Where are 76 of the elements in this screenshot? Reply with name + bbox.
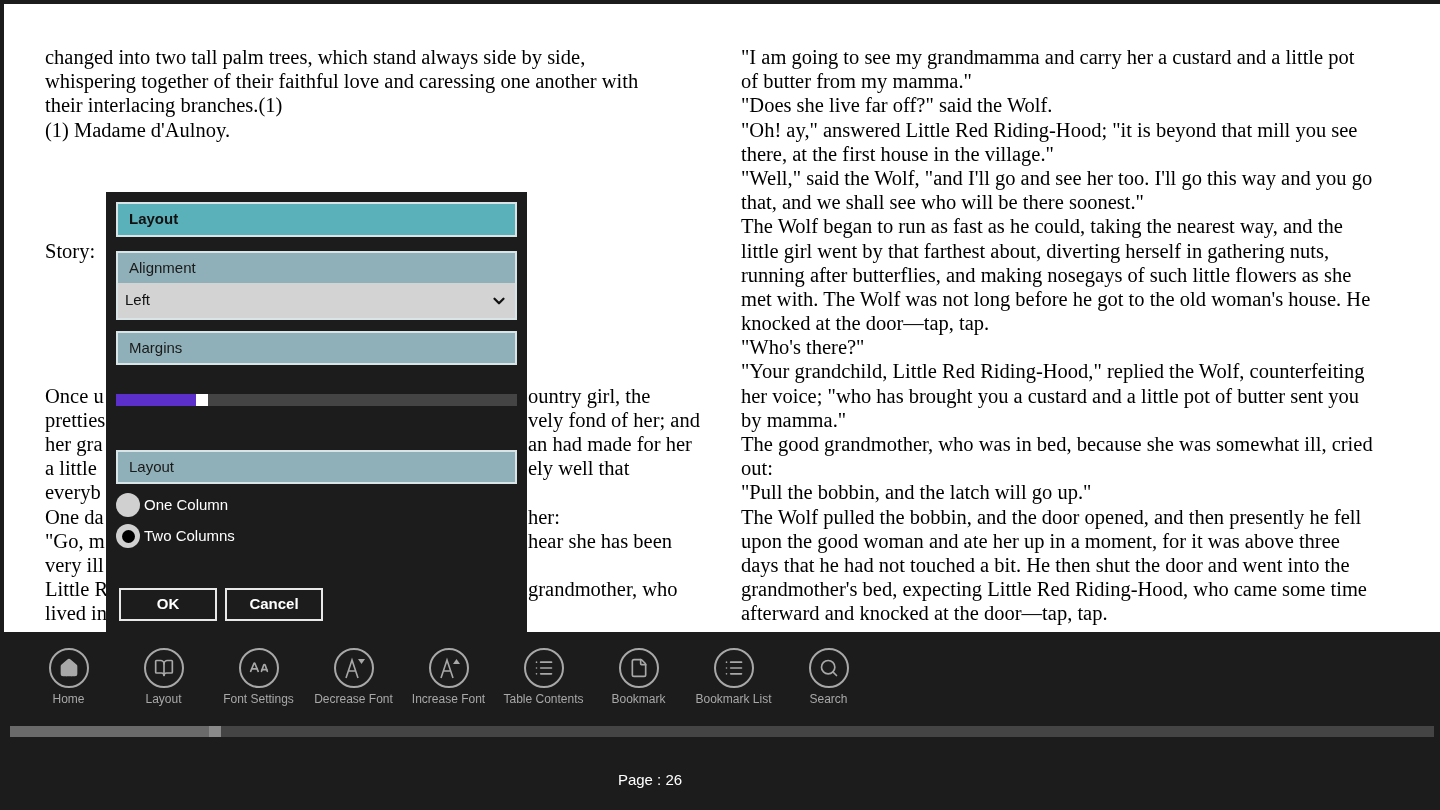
book-text-line: pretties [45, 407, 106, 432]
book-text-line: "Oh! ay," answered Little Red Riding-Hood; "it is beyond that mill you see [741, 117, 1359, 142]
book-text-line: knocked at the door—tap, tap. [741, 311, 991, 336]
book-text-line: vely fond of her; and [528, 408, 700, 432]
book-text-line: The Wolf began to run as fast as he could, taking the nearest way, and the [741, 214, 1344, 239]
alignment-dropdown[interactable]: Left [118, 283, 515, 318]
book-text-line: out: [741, 456, 774, 481]
book-text-line: changed into two tall palm trees, which stand always side by side, [45, 45, 587, 70]
book-text-line: afterward and knocked at the door—tap, tap. [741, 601, 1109, 626]
book-text-line: The Wolf pulled the bobbin, and the door opened, and then presently he fell [741, 504, 1363, 529]
book-text-line: an had made for her [528, 432, 692, 457]
list-icon [533, 658, 554, 678]
book-text-line: "Your grandchild, Little Red Riding-Hood," replied the Wolf, counterfeiting [741, 359, 1366, 384]
book-text-line: One da [45, 504, 104, 529]
book-text-line: ountry girl, the [528, 383, 651, 408]
book-text-line: ely well that [528, 456, 630, 481]
dialog-button[interactable]: OK [119, 588, 217, 621]
app-bar-button[interactable]: Bookmark [591, 648, 686, 707]
app-bar-button[interactable]: Bookmark List [686, 648, 781, 707]
book-text-line: running after butterflies, and making nosegays of such little flowers as she [741, 263, 1353, 287]
book-text-line: their interlacing branches.(1) [45, 93, 284, 118]
list-icon [723, 658, 744, 678]
app-bar-button[interactable]: Table Contents [496, 648, 591, 707]
book-text-line: lived in [45, 601, 108, 626]
book-text-line: everyb [45, 480, 101, 505]
book-text-line: "Who's there?" [741, 335, 866, 360]
section-header: Alignment [118, 251, 515, 283]
book-text-line: upon the good woman and ate her up in a moment, for it was above three [741, 529, 1341, 553]
book-text-line: "Go, m [45, 528, 105, 553]
radio-label: Two Columns [144, 525, 235, 546]
book-text-line: of butter from my mamma." [741, 69, 973, 94]
book-text-line: whispering together of their faithful love and caressing one another with [45, 69, 640, 94]
book-text-line: "Well," said the Wolf, "and I'll go and see her too. I'll go this way and you go [741, 166, 1373, 191]
app-bar-button[interactable]: Increase Font [401, 648, 496, 707]
book-text-line: there, at the first house in the village." [741, 142, 1055, 166]
book-text-line: by mamma." [741, 407, 848, 432]
radio-button[interactable] [116, 493, 140, 517]
book-text-line: her voice; "who has brought you a custard and a little pot of butter sent you [741, 383, 1361, 408]
book-text-line: a little [45, 456, 97, 481]
margin-slider-track[interactable] [116, 394, 517, 406]
book-text-line: hear she has been [528, 528, 672, 553]
dialog-title: Layout [116, 202, 517, 237]
app-bar-button[interactable]: Font Settings [211, 648, 306, 707]
page-slider-track[interactable] [10, 726, 1434, 737]
book-text-line: very ill [45, 552, 104, 578]
search-icon [818, 658, 839, 678]
app-bar-button[interactable]: Decrease Font [306, 648, 401, 707]
book-text-line: "Does she live far off?" said the Wolf. [741, 93, 1054, 118]
book-text-line: The good grandmother, who was in bed, because she was somewhat ill, cried [741, 432, 1373, 457]
book-text-line: little girl went by that farthest about, diverting herself in gathering nuts, [741, 238, 1331, 263]
page-number: Page : 26 [617, 770, 683, 790]
book-text-line: met with. The Wolf was not long before he got to the old woman's house. He [741, 287, 1372, 312]
radio-label: One Column [144, 494, 229, 515]
section-header: Layout [116, 450, 517, 484]
dialog-button[interactable]: Cancel [225, 588, 323, 621]
book-text-line: (1) Madame d'Aulnoy. [45, 117, 232, 142]
book-text-line: Little R [45, 577, 109, 602]
home-icon [58, 658, 79, 678]
book-text-line: Once u [45, 383, 104, 408]
book-icon [153, 658, 174, 678]
book-text-line: grandmother, who [528, 577, 678, 602]
book-text-line: her: [528, 504, 560, 529]
book-text-line: "Pull the bobbin, and the latch will go up." [741, 480, 1093, 505]
slider-thumb[interactable] [196, 394, 209, 406]
page-slider-thumb[interactable] [209, 726, 222, 737]
app-bar-button[interactable]: Search [781, 648, 876, 707]
book-text-line: that, and we shall see who will be there soonest." [741, 190, 1145, 215]
book-text-line: her gra [45, 432, 103, 457]
book-text-line: days that he had not touched a bit. He then shut the door and went into the [741, 553, 1351, 578]
app-bar-button[interactable]: Layout [116, 648, 211, 707]
app-bar-button[interactable]: Home [21, 648, 116, 707]
book-text-line: Story: [45, 238, 96, 263]
radio-button[interactable] [116, 524, 140, 548]
book-text-line: "I am going to see my grandmamma and carry her a custard and a little pot [741, 45, 1356, 70]
book-text-line: grandmother's bed, expecting Little Red Riding-Hood, who came some time [741, 577, 1368, 602]
section-header: Margins [116, 331, 517, 365]
